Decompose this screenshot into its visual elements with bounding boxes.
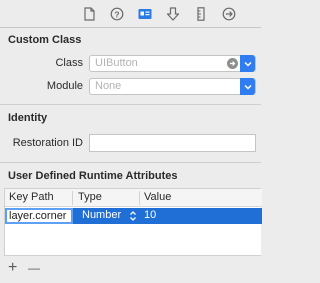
class-combobox[interactable]: UIButton [89, 55, 256, 72]
navigate-arrow-icon[interactable] [227, 58, 238, 69]
add-attribute-button[interactable]: + [8, 259, 17, 277]
inspector-toolbar: ? [0, 0, 261, 28]
runtime-attributes-table: Key Path Type Value layer.corner Number … [4, 188, 262, 256]
type-stepper-icon[interactable] [129, 210, 137, 222]
key-path-input[interactable]: layer.corner [5, 208, 73, 224]
attributes-inspector-icon[interactable] [165, 6, 181, 22]
runtime-attributes-title: User Defined Runtime Attributes [8, 170, 178, 182]
table-row[interactable]: layer.corner Number 10 [5, 208, 262, 224]
column-header-type[interactable]: Type [78, 191, 102, 203]
column-header-value[interactable]: Value [144, 191, 171, 203]
remove-attribute-button[interactable]: — [28, 259, 40, 277]
chevron-down-icon [243, 61, 252, 67]
identity-title: Identity [8, 112, 48, 124]
section-divider [0, 104, 261, 105]
value-cell[interactable]: 10 [144, 209, 156, 221]
module-placeholder: None [95, 80, 122, 92]
column-header-key-path[interactable]: Key Path [9, 191, 54, 203]
file-icon[interactable] [81, 6, 97, 22]
restoration-id-label: Restoration ID [12, 137, 83, 149]
table-header: Key Path Type Value [5, 189, 262, 207]
section-divider [0, 162, 261, 163]
identity-inspector-icon[interactable] [137, 6, 153, 22]
chevron-down-icon [243, 84, 252, 90]
class-dropdown-button[interactable] [240, 55, 255, 72]
class-label: Class [55, 57, 83, 69]
size-inspector-icon[interactable] [193, 6, 209, 22]
custom-class-title: Custom Class [8, 34, 82, 46]
restoration-id-input[interactable] [89, 134, 256, 152]
svg-text:?: ? [114, 9, 119, 19]
table-bottom-bar: + — [0, 258, 261, 283]
module-dropdown-button[interactable] [240, 78, 255, 95]
connections-inspector-icon[interactable] [221, 6, 237, 22]
help-icon[interactable]: ? [109, 6, 125, 22]
module-combobox[interactable]: None [89, 78, 256, 95]
type-cell[interactable]: Number [82, 209, 121, 221]
class-placeholder: UIButton [95, 57, 138, 69]
module-label: Module [46, 80, 83, 92]
